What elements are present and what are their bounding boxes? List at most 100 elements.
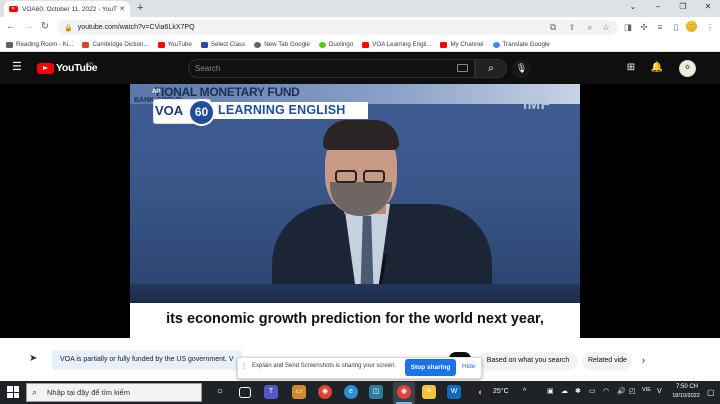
onedrive-icon[interactable]: ☁ — [561, 387, 568, 397]
extension-icon[interactable]: ◨ — [622, 21, 634, 33]
reload-button[interactable]: ↻ — [39, 21, 51, 33]
reading-list-icon[interactable]: ≡ — [654, 21, 666, 33]
address-bar[interactable]: 🔒 youtube.com/watch?v=CVia6LkX7PQ — [58, 20, 618, 35]
tray-app-icon[interactable]: ▣ — [547, 387, 554, 397]
file-explorer-icon[interactable]: ▭ — [292, 385, 306, 399]
weather-temp[interactable]: 25°C — [493, 388, 509, 395]
bookmark-label: YouTube — [167, 41, 192, 48]
side-panel-icon[interactable]: ▯ — [670, 21, 682, 33]
bookmark-label: Duolingo — [328, 41, 354, 48]
input-method-icon[interactable]: ◰ — [629, 387, 636, 397]
bookmark-label: Reading Room - Ki... — [16, 41, 74, 48]
tab-close-icon[interactable]: ✕ — [117, 5, 127, 13]
weather-icon[interactable]: ◐ — [478, 386, 483, 398]
close-window-button[interactable]: ✕ — [698, 1, 718, 13]
menu-dots-icon[interactable]: ⋮ — [704, 21, 716, 33]
bookmark-label: New Tab Google — [264, 41, 310, 48]
create-video-icon[interactable]: ⊞ — [624, 62, 638, 74]
glasses-right-lens — [363, 170, 385, 183]
notifications-icon[interactable]: ▢ — [707, 388, 715, 397]
voa-logo-text: VOA — [155, 103, 184, 118]
cortana-icon[interactable]: ○ — [213, 385, 227, 399]
new-tab-button[interactable]: + — [137, 2, 143, 14]
windows-start-icon[interactable] — [7, 386, 19, 398]
battery-icon[interactable]: ▭ — [589, 387, 596, 397]
country-code: VN — [87, 61, 94, 66]
search-input[interactable]: Search — [188, 59, 475, 78]
drag-handle-icon[interactable]: ⁞ — [243, 362, 245, 371]
speaker-hair — [323, 120, 399, 150]
chip-related-videos[interactable]: Related vide — [582, 352, 632, 370]
bookmark-star-icon[interactable]: ☆ — [600, 21, 612, 33]
bookmark-label: Cambridge Diction... — [92, 41, 149, 48]
vietnamese-ime-icon[interactable]: V — [657, 387, 662, 397]
bookmark-label: My Channel — [450, 41, 484, 48]
sticky-notes-icon[interactable]: ✎ — [422, 385, 436, 399]
bookmark-favicon-icon — [200, 41, 208, 48]
bookmark-item[interactable]: Translate Google — [492, 41, 550, 48]
bookmark-item[interactable]: VOA Learning Engli... — [362, 41, 431, 48]
youtube-favicon-icon — [9, 6, 18, 12]
hamburger-menu-icon[interactable]: ☰ — [12, 61, 22, 73]
zoom-icon[interactable]: ⌕ — [584, 21, 596, 33]
open-in-app-icon[interactable]: ⧉ — [547, 21, 559, 33]
taskbar-search-input[interactable]: Nhập tại đây để tìm kiếm — [26, 383, 202, 402]
voice-search-mic-icon[interactable]: 🎙 — [512, 59, 531, 78]
stop-sharing-button[interactable]: Stop sharing — [405, 359, 456, 376]
bookmark-item[interactable]: Cambridge Diction... — [82, 41, 149, 48]
volume-icon[interactable]: 🔊 — [617, 387, 626, 397]
tray-chevron-icon[interactable]: ^ — [523, 387, 526, 397]
share-icon[interactable]: ⇪ — [566, 21, 578, 33]
chips-next-icon[interactable]: › — [642, 355, 645, 365]
profile-avatar[interactable]: 🙂 — [686, 21, 697, 32]
url-text: youtube.com/watch?v=CVia6LkX7PQ — [77, 24, 195, 31]
tab-title: VOA60: October 11, 2022 - YouTube — [22, 5, 117, 13]
bookmark-label: Select Class — [210, 41, 246, 48]
edge-icon[interactable]: e — [344, 385, 358, 399]
bookmark-label: Translate Google — [502, 41, 550, 48]
bookmark-item[interactable]: New Tab Google — [254, 41, 310, 48]
chip-based-on-search[interactable]: Based on what you search — [478, 352, 578, 370]
bluetooth-icon[interactable]: ✱ — [575, 387, 581, 397]
caption-text: its economic growth prediction for the w… — [166, 311, 544, 327]
bookmark-favicon-icon — [157, 41, 165, 48]
hide-button[interactable]: Hide — [462, 363, 475, 370]
keyboard-icon[interactable] — [457, 64, 468, 72]
funding-notice: VOA is partially or fully funded by the … — [52, 350, 242, 370]
teams-icon[interactable]: T — [264, 385, 278, 399]
forward-button[interactable]: → — [23, 21, 35, 33]
language-indicator[interactable]: VIE — [642, 387, 651, 393]
tab-search-chevron-icon[interactable]: ⌄ — [623, 1, 643, 13]
bookmark-item[interactable]: YouTube — [157, 41, 192, 48]
restore-button[interactable]: ❐ — [673, 1, 693, 13]
store-icon[interactable]: ◫ — [369, 385, 383, 399]
word-icon[interactable]: W — [447, 385, 461, 399]
show-title: LEARNING ENGLISH — [218, 103, 346, 117]
minimize-button[interactable]: – — [648, 1, 668, 13]
bookmark-favicon-icon — [82, 41, 90, 48]
bookmark-item[interactable]: Select Class — [200, 41, 246, 48]
bookmark-favicon-icon — [6, 41, 13, 48]
video-player[interactable]: TIONAL MONETARY FUND BANK GROUP IMF VOA … — [130, 84, 580, 338]
chrome-running-icon[interactable]: ◉ — [397, 385, 411, 399]
search-button[interactable]: ⌕ — [475, 59, 507, 78]
bookmark-item[interactable]: My Channel — [440, 41, 484, 48]
screen-share-text: Explain and Send Screenshots is sharing … — [252, 363, 397, 369]
bookmark-item[interactable]: Reading Room - Ki... — [6, 41, 73, 48]
browser-tab[interactable]: VOA60: October 11, 2022 - YouTube ✕ — [4, 1, 130, 17]
notifications-bell-icon[interactable]: 🔔 — [650, 62, 664, 74]
imf-logo: IMF — [523, 96, 551, 113]
bookmark-favicon-icon — [318, 41, 326, 48]
back-button[interactable]: ← — [5, 21, 17, 33]
youtube-logo-icon[interactable] — [37, 63, 54, 74]
clock-time[interactable]: 7:50 CH — [672, 384, 702, 390]
extensions-puzzle-icon[interactable]: ✣ — [638, 21, 650, 33]
account-avatar[interactable]: ✿ — [679, 60, 696, 77]
task-view-icon[interactable] — [239, 387, 251, 398]
clock-date[interactable]: 18/10/2022 — [668, 393, 704, 399]
bookmark-favicon-icon — [492, 41, 500, 48]
mouse-cursor-icon: ➤ — [29, 353, 38, 364]
bookmark-item[interactable]: Duolingo — [318, 41, 354, 48]
chrome-icon[interactable]: ◉ — [318, 385, 332, 399]
wifi-icon[interactable]: ◠ — [603, 387, 609, 397]
